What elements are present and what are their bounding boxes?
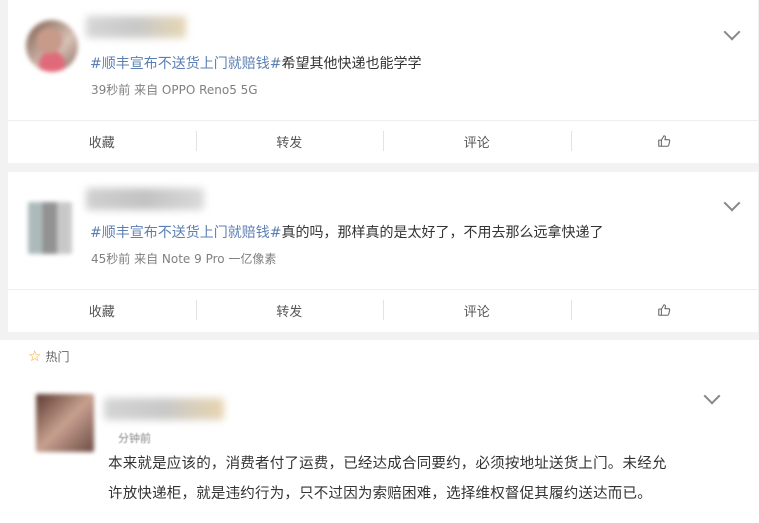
chevron-down-icon[interactable] [723,23,741,41]
hot-comments-section: ☆ 热门 分钟前 本来就是应该的，消费者付了运费，已经达成合同要约，必须按地址送… [0,340,759,523]
favorite-button[interactable]: 收藏 [8,290,196,330]
username[interactable] [104,398,224,420]
chevron-down-icon[interactable] [723,194,741,212]
avatar[interactable] [36,394,94,452]
post-content: #顺丰宣布不送货上门就赔钱#真的吗，那样真的是太好了，不用去那么远拿快递了 [90,222,603,242]
like-button[interactable] [570,121,759,161]
username[interactable] [86,16,186,38]
star-icon: ☆ [28,347,42,365]
action-bar: 收藏 转发 评论 [8,120,758,161]
thumbs-up-icon [658,304,671,316]
favorite-button[interactable]: 收藏 [8,121,196,161]
comment-text-line: 本来就是应该的，消费者付了运费，已经达成合同要约，必须按地址送货上门。未经允 [108,456,667,472]
comment-button[interactable]: 评论 [383,290,571,330]
hot-label-text: 热门 [45,350,70,364]
username[interactable] [86,188,204,210]
post-meta: 39秒前 来自 OPPO Reno5 5G [91,83,258,97]
like-button[interactable] [570,290,759,330]
avatar[interactable] [28,202,72,254]
repost-label: 转发 [276,135,303,151]
repost-button[interactable]: 转发 [195,121,384,161]
comment-label: 评论 [463,135,490,151]
avatar[interactable] [26,20,78,72]
comment-button[interactable]: 评论 [383,121,571,161]
favorite-label: 收藏 [88,304,115,320]
thumbs-up-icon [658,135,671,147]
post-text: 希望其他快递也能学学 [281,56,422,72]
hashtag-link[interactable]: #顺丰宣布不送货上门就赔钱# [90,56,281,72]
chevron-down-icon[interactable] [703,387,721,405]
comment-text-line: 许放快递柜，就是违约行为，只不过因为索赔困难，选择维权督促其履约送达而已。 [108,486,652,502]
post-meta: 45秒前 来自 Note 9 Pro 一亿像素 [91,252,277,266]
comment-time: 分钟前 [118,432,151,445]
post-text: 真的吗，那样真的是太好了，不用去那么远拿快递了 [281,225,604,241]
post-card: #顺丰宣布不送货上门就赔钱#希望其他快递也能学学 39秒前 来自 OPPO Re… [8,0,758,163]
favorite-label: 收藏 [88,135,115,151]
post-card: #顺丰宣布不送货上门就赔钱#真的吗，那样真的是太好了，不用去那么远拿快递了 45… [8,172,758,332]
repost-button[interactable]: 转发 [195,290,384,330]
repost-label: 转发 [276,304,303,320]
comment-label: 评论 [463,304,490,320]
action-bar: 收藏 转发 评论 [8,289,758,330]
post-content: #顺丰宣布不送货上门就赔钱#希望其他快递也能学学 [90,53,421,73]
hashtag-link[interactable]: #顺丰宣布不送货上门就赔钱# [90,225,281,241]
hot-label: ☆ 热门 [28,348,69,365]
